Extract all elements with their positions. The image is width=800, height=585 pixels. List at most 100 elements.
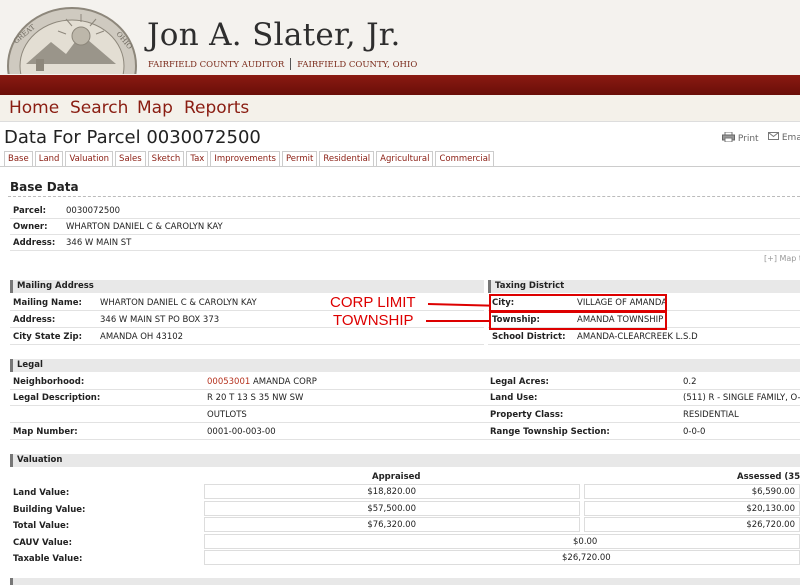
neighborhood-name: AMANDA CORP [250, 377, 317, 387]
township-pointer [426, 320, 490, 322]
section-divider [8, 196, 800, 197]
land-assessed-cell: $6,590.00 [584, 484, 800, 499]
total-appraised-value: $76,320.00 [367, 520, 416, 530]
school-label: School District: [492, 332, 566, 342]
map-number-row: Map Number: 0001-00-003-00 Range Townshi… [10, 425, 800, 440]
nav-home[interactable]: Home [9, 98, 59, 118]
total-assessed-value: $26,720.00 [746, 520, 795, 530]
taxable-cell: $26,720.00 [204, 550, 800, 565]
city-highlight-box [489, 294, 667, 312]
total-assessed-cell: $26,720.00 [584, 517, 800, 532]
nav-search[interactable]: Search [70, 98, 128, 118]
next-section-header [10, 578, 800, 585]
subtitle-divider [290, 58, 292, 70]
land-assessed-value: $6,590.00 [751, 487, 795, 497]
address-label: Address: [13, 238, 56, 248]
building-appraised-cell: $57,500.00 [204, 501, 580, 516]
total-value-label: Total Value: [13, 521, 70, 531]
email-button[interactable]: Ema [768, 132, 800, 143]
neighborhood-code-link[interactable]: 00053001 [207, 377, 250, 387]
legal-desc-label: Legal Description: [13, 393, 101, 403]
cauv-value: $0.00 [573, 537, 598, 547]
tab-sales[interactable]: Sales [115, 151, 146, 166]
neighborhood-label: Neighborhood: [13, 377, 85, 387]
map-number-value: 0001-00-003-00 [207, 427, 276, 437]
parcel-row: Parcel: 0030072500 [10, 204, 800, 219]
valuation-header: Valuation [10, 454, 800, 467]
auditor-name: Jon A. Slater, Jr. [147, 17, 401, 53]
legal-desc-value-1: R 20 T 13 S 35 NW SW [207, 393, 304, 403]
owner-value: WHARTON DANIEL C & CAROLYN KAY [66, 222, 223, 232]
header-subtitle: FAIRFIELD COUNTY AUDITOR FAIRFIELD COUNTY… [148, 58, 417, 70]
mailing-csz-value: AMANDA OH 43102 [100, 332, 184, 342]
ohio-seal-logo: GREAT OHIO [7, 7, 137, 74]
appraised-column-header: Appraised [372, 472, 421, 482]
cauv-cell: $0.00 [204, 534, 800, 549]
mailing-address-header: Mailing Address [10, 280, 484, 293]
land-appraised-cell: $18,820.00 [204, 484, 580, 499]
acres-label: Legal Acres: [490, 377, 549, 387]
tab-underline [0, 166, 800, 167]
tab-residential[interactable]: Residential [319, 151, 375, 166]
neighborhood-row: Neighborhood: 00053001 AMANDA CORP Legal… [10, 375, 800, 390]
tab-base[interactable]: Base [4, 151, 33, 166]
envelope-icon [768, 132, 779, 140]
print-label: Print [737, 134, 759, 144]
nav-reports[interactable]: Reports [184, 98, 249, 118]
header-red-bar [0, 75, 800, 95]
tab-land[interactable]: Land [34, 151, 64, 166]
assessed-column-header: Assessed (35% [737, 472, 800, 482]
main-nav: Home Search Map Reports [0, 95, 800, 122]
owner-label: Owner: [13, 222, 48, 232]
mailing-address-value: 346 W MAIN ST PO BOX 373 [100, 315, 220, 325]
building-assessed-cell: $20,130.00 [584, 501, 800, 516]
address-row: Address: 346 W MAIN ST [10, 236, 800, 251]
tab-commercial[interactable]: Commercial [435, 151, 495, 166]
tab-sketch[interactable]: Sketch [147, 151, 185, 166]
subtitle-county: FAIRFIELD COUNTY, OHIO [297, 60, 418, 70]
land-value-label: Land Value: [13, 488, 70, 498]
owner-row: Owner: WHARTON DANIEL C & CAROLYN KAY [10, 220, 800, 235]
subtitle-office: FAIRFIELD COUNTY AUDITOR [148, 60, 285, 70]
mailing-csz-label: City State Zip: [13, 332, 82, 342]
tab-valuation[interactable]: Valuation [65, 151, 114, 166]
taxing-district-header: Taxing District [488, 280, 800, 293]
cauv-label: CAUV Value: [13, 538, 72, 548]
total-appraised-cell: $76,320.00 [204, 517, 580, 532]
map-number-label: Map Number: [13, 427, 78, 437]
township-callout: TOWNSHIP [333, 312, 414, 329]
email-label: Ema [781, 133, 800, 143]
print-button[interactable]: Print [722, 131, 759, 144]
tab-permit[interactable]: Permit [281, 151, 318, 166]
land-use-value: (511) R - SINGLE FAMILY, O-9. [683, 393, 800, 403]
mailing-csz-row: City State Zip: AMANDA OH 43102 [10, 330, 484, 345]
legal-header: Legal [10, 359, 800, 372]
building-value-label: Building Value: [13, 505, 86, 515]
legal-desc-row-2: OUTLOTS Property Class: RESIDENTIAL [10, 408, 800, 423]
mailing-address-label: Address: [13, 315, 56, 325]
nav-map[interactable]: Map [137, 98, 173, 118]
address-value: 346 W MAIN ST [66, 238, 132, 248]
map-toggle-link[interactable]: [+] Map t [764, 254, 800, 263]
taxable-value: $26,720.00 [562, 553, 611, 563]
corp-limit-callout: CORP LIMIT [330, 294, 416, 311]
tab-improvements[interactable]: Improvements [210, 151, 280, 166]
legal-desc-value-2: OUTLOTS [207, 410, 247, 420]
building-appraised-value: $57,500.00 [367, 504, 416, 514]
school-value: AMANDA-CLEARCREEK L.S.D [577, 332, 698, 342]
land-use-label: Land Use: [490, 393, 538, 403]
acres-value: 0.2 [683, 377, 697, 387]
parcel-tabs: Base Land Valuation Sales Sketch Tax Imp… [4, 151, 496, 166]
parcel-value: 0030072500 [66, 206, 121, 216]
parcel-label: Parcel: [13, 206, 47, 216]
tab-tax[interactable]: Tax [186, 151, 209, 166]
township-highlight-box [489, 311, 667, 330]
mailing-name-label: Mailing Name: [13, 298, 82, 308]
tab-agricultural[interactable]: Agricultural [376, 151, 434, 166]
land-appraised-value: $18,820.00 [367, 487, 416, 497]
school-row: School District: AMANDA-CLEARCREEK L.S.D [488, 330, 800, 345]
building-assessed-value: $20,130.00 [746, 504, 795, 514]
mailing-name-value: WHARTON DANIEL C & CAROLYN KAY [100, 298, 257, 308]
rts-value: 0-0-0 [683, 427, 706, 437]
neighborhood-value: 00053001 AMANDA CORP [207, 377, 317, 387]
